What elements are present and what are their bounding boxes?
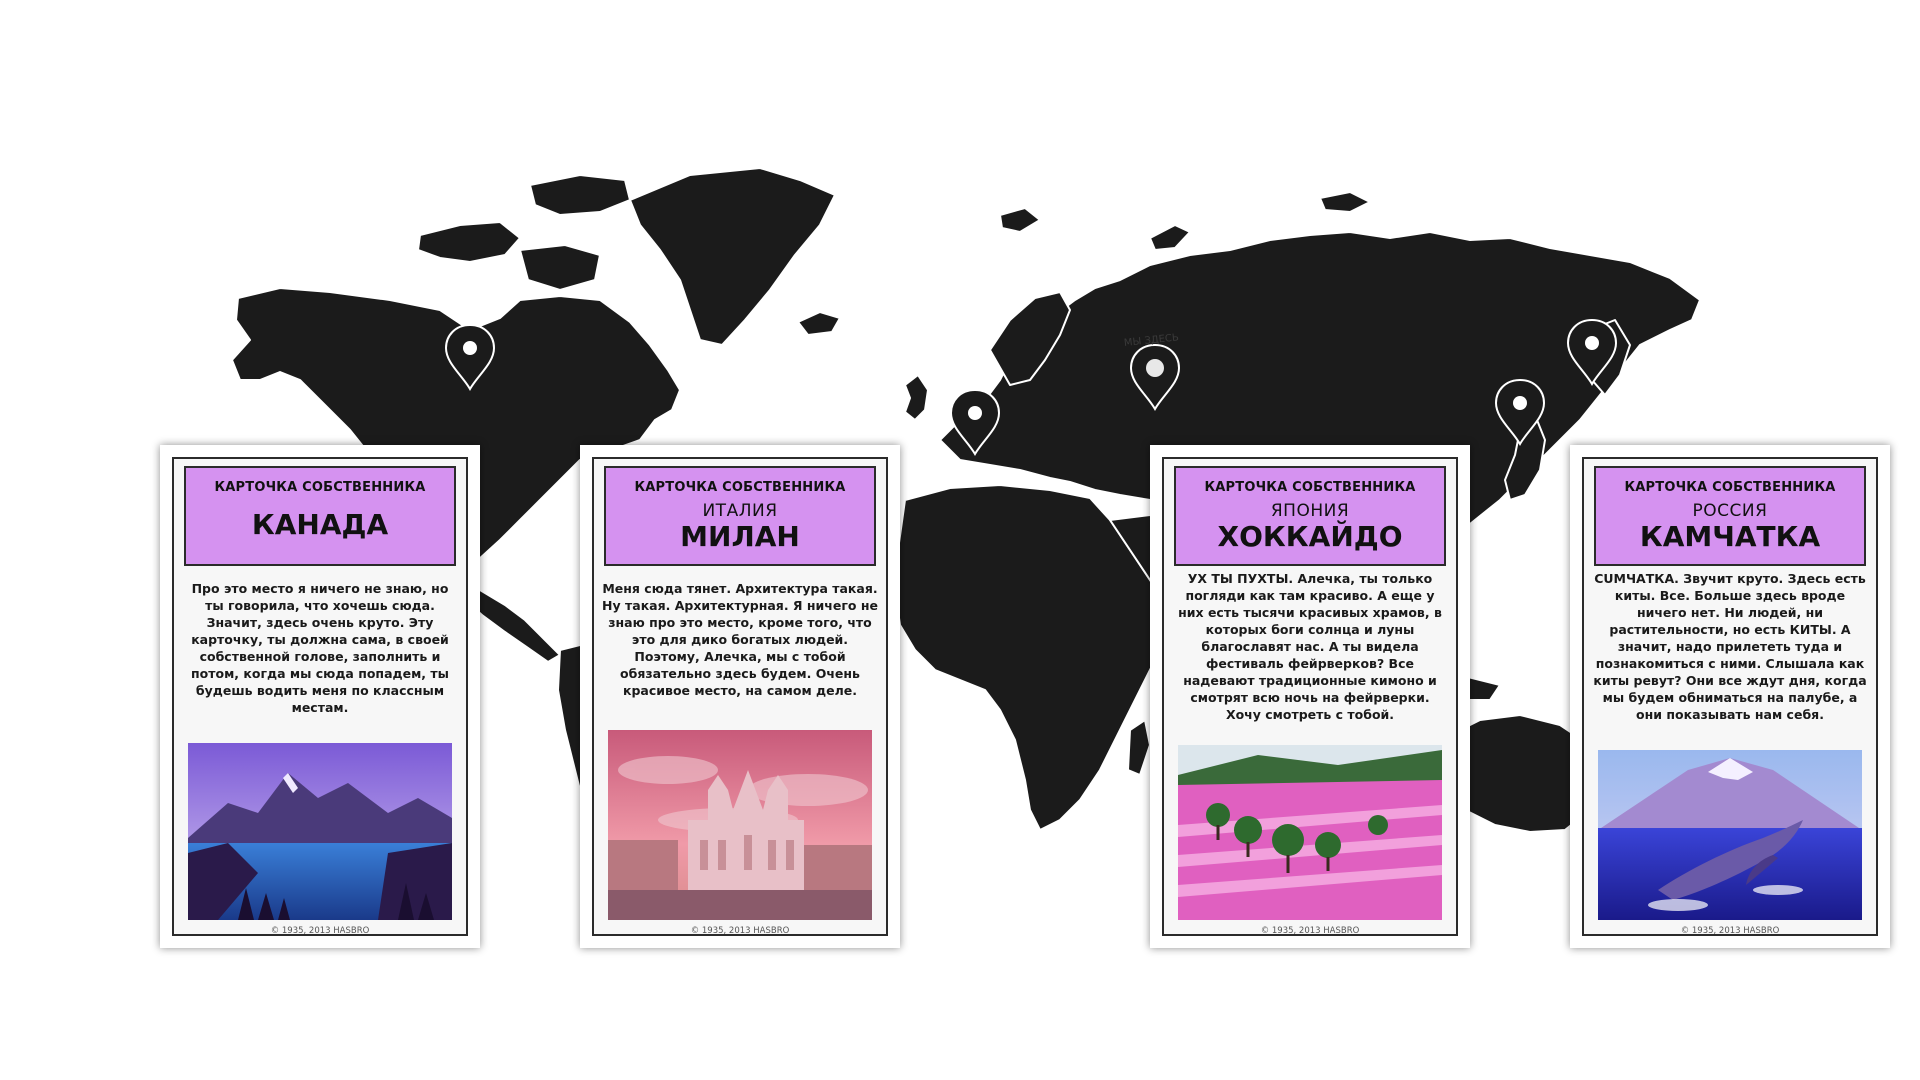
card-photo-whale xyxy=(1598,750,1862,920)
card-label: КАРТОЧКА СОБСТВЕННИКА xyxy=(214,480,426,495)
map-arctic-islands-2 xyxy=(529,174,631,216)
card-region: ИТАЛИЯ xyxy=(702,501,778,521)
card-photo-cathedral xyxy=(608,730,872,920)
card-label: КАРТОЧКА СОБСТВЕННИКА xyxy=(1624,480,1836,495)
card-header: КАРТОЧКА СОБСТВЕННИКА ЯПОНИЯ ХОККАЙДО xyxy=(1174,466,1446,566)
card-canada[interactable]: КАРТОЧКА СОБСТВЕННИКА КАНАДА Про это мес… xyxy=(160,445,480,948)
map-arctic-islands xyxy=(417,221,521,263)
card-photo-lake xyxy=(188,743,452,920)
card-region: ЯПОНИЯ xyxy=(1270,501,1350,521)
map-north-islands xyxy=(1319,191,1371,213)
card-title: МИЛАН xyxy=(680,520,800,553)
card-region: РОССИЯ xyxy=(1692,501,1768,521)
map-novaya-zemlya xyxy=(1149,224,1191,251)
card-kamchatka[interactable]: КАРТОЧКА СОБСТВЕННИКА РОССИЯ КАМЧАТКА СU… xyxy=(1570,445,1890,948)
card-header: КАРТОЧКА СОБСТВЕННИКА КАНАДА xyxy=(184,466,456,566)
map-madagascar xyxy=(1127,719,1151,776)
map-uk xyxy=(904,374,929,421)
card-description: Меня сюда тянет. Архитектура такая. Ну т… xyxy=(602,581,878,698)
card-label: КАРТОЧКА СОБСТВЕННИКА xyxy=(634,480,846,495)
card-header: КАРТОЧКА СОБСТВЕННИКА ИТАЛИЯ МИЛАН xyxy=(604,466,876,566)
card-description: УХ ТЫ ПУХТЫ. Алечка, ты только погляди к… xyxy=(1178,571,1442,722)
map-arctic-islands-3 xyxy=(519,244,601,291)
card-footer: © 1935, 2013 HASBRO xyxy=(1680,926,1780,936)
card-description: Про это место я ничего не знаю, но ты го… xyxy=(191,581,449,715)
card-header: КАРТОЧКА СОБСТВЕННИКА РОССИЯ КАМЧАТКА xyxy=(1594,466,1866,566)
card-milan[interactable]: КАРТОЧКА СОБСТВЕННИКА ИТАЛИЯ МИЛАН Меня … xyxy=(580,445,900,948)
card-description: СUМЧАТКА. Звучит круто. Здесь есть киты.… xyxy=(1593,571,1867,722)
card-title: КАМЧАТКА xyxy=(1639,520,1821,553)
card-photo-flower-hills xyxy=(1178,745,1442,920)
card-hokkaido[interactable]: КАРТОЧКА СОБСТВЕННИКА ЯПОНИЯ ХОККАЙДО УХ… xyxy=(1150,445,1470,948)
card-footer: © 1935, 2013 HASBRO xyxy=(690,926,790,936)
card-title: КАНАДА xyxy=(251,508,389,541)
card-footer: © 1935, 2013 HASBRO xyxy=(270,926,370,936)
map-iceland xyxy=(797,311,841,336)
card-label: КАРТОЧКА СОБСТВЕННИКА xyxy=(1204,480,1416,495)
card-title: ХОККАЙДО xyxy=(1217,520,1403,553)
card-footer: © 1935, 2013 HASBRO xyxy=(1260,926,1360,936)
map-svalbard xyxy=(999,207,1041,233)
